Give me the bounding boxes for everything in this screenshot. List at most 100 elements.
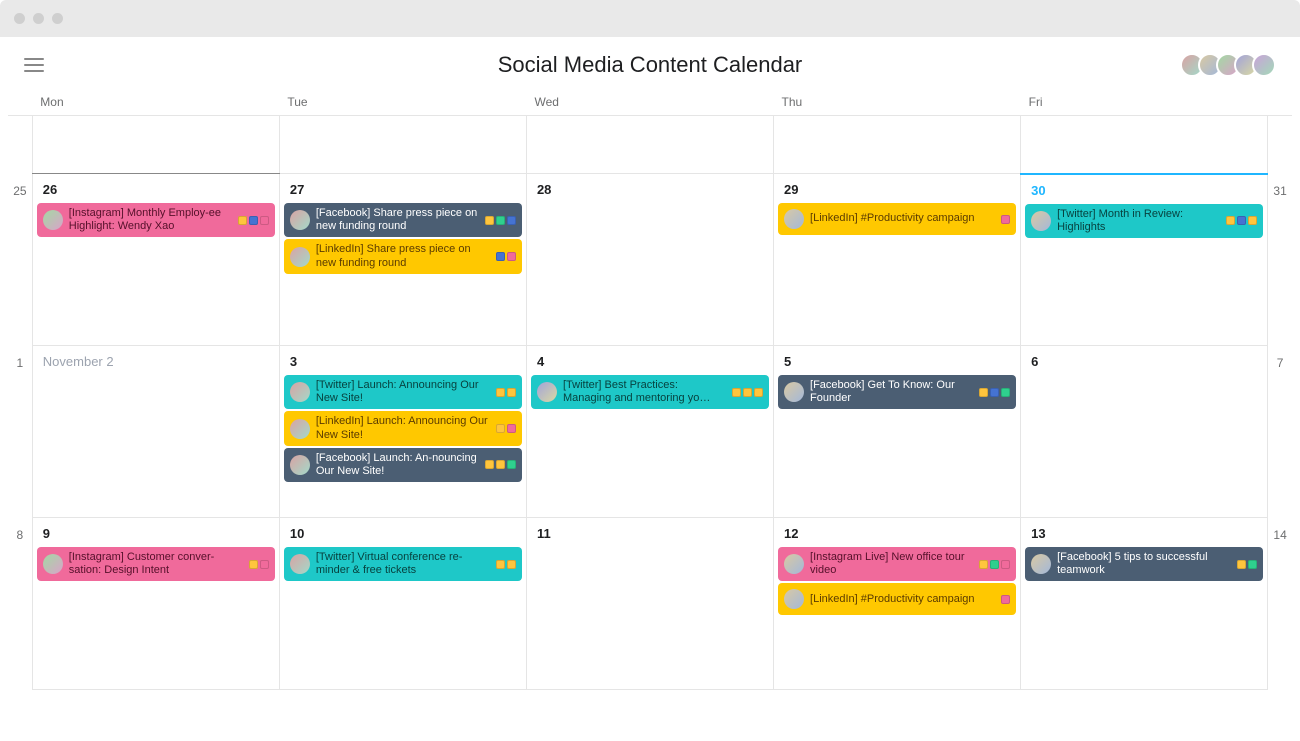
- event-title: [LinkedIn] Share press piece on new fund…: [316, 243, 490, 269]
- date-number: 10: [280, 518, 526, 545]
- gutter-date: 1: [8, 346, 32, 518]
- calendar-cell[interactable]: 27 [Facebook] Share press piece on new f…: [279, 174, 526, 346]
- calendar-cell[interactable]: 28: [526, 174, 773, 346]
- avatar: [1031, 554, 1051, 574]
- calendar-cell[interactable]: 13 [Facebook] 5 tips to successful teamw…: [1021, 518, 1268, 690]
- calendar-cell[interactable]: [774, 116, 1021, 174]
- calendar-cell[interactable]: [279, 116, 526, 174]
- header: Social Media Content Calendar: [0, 37, 1300, 89]
- calendar-cell[interactable]: [1021, 116, 1268, 174]
- event-tags: [496, 560, 516, 569]
- event-title: [Facebook] 5 tips to successful teamwork: [1057, 551, 1231, 577]
- calendar-week-row: 25 26 [Instagram] Monthly Employ-ee High…: [8, 174, 1292, 346]
- gutter-date: 14: [1268, 518, 1292, 690]
- event-tags: [979, 388, 1010, 397]
- event-tags: [496, 388, 516, 397]
- calendar-cell[interactable]: [32, 116, 279, 174]
- window-close-dot[interactable]: [14, 13, 25, 24]
- gutter-date: 25: [8, 174, 32, 346]
- date-number: 13: [1021, 518, 1267, 545]
- avatar: [537, 382, 557, 402]
- window-chrome: [0, 0, 1300, 37]
- avatar: [784, 554, 804, 574]
- avatar: [290, 210, 310, 230]
- event-card[interactable]: [Twitter] Month in Review: Highlights: [1025, 204, 1263, 238]
- event-card[interactable]: [Instagram] Customer conver-sation: Desi…: [37, 547, 275, 581]
- calendar-cell[interactable]: 6: [1021, 346, 1268, 518]
- avatar[interactable]: [1252, 53, 1276, 77]
- calendar: Mon Tue Wed Thu Fri 25 26 [Instagram] Mo…: [0, 89, 1300, 698]
- event-title: [LinkedIn] Launch: Announcing Our New Si…: [316, 415, 490, 441]
- calendar-cell[interactable]: 3 [Twitter] Launch: Announcing Our New S…: [279, 346, 526, 518]
- calendar-cell[interactable]: 10 [Twitter] Virtual conference re-minde…: [279, 518, 526, 690]
- gutter-date: 8: [8, 518, 32, 690]
- event-card[interactable]: [Facebook] Share press piece on new fund…: [284, 203, 522, 237]
- avatar: [784, 589, 804, 609]
- menu-button[interactable]: [24, 51, 52, 79]
- event-card[interactable]: [Facebook] Get To Know: Our Founder: [778, 375, 1016, 409]
- event-tags: [496, 424, 516, 433]
- event-tags: [485, 216, 516, 225]
- calendar-cell[interactable]: 5 [Facebook] Get To Know: Our Founder: [774, 346, 1021, 518]
- date-number: 30: [1021, 175, 1267, 202]
- date-number: 26: [33, 174, 279, 201]
- date-number: 6: [1021, 346, 1267, 373]
- event-title: [Instagram] Customer conver-sation: Desi…: [69, 551, 243, 577]
- event-card[interactable]: [Facebook] 5 tips to successful teamwork: [1025, 547, 1263, 581]
- date-number: 5: [774, 346, 1020, 373]
- event-card[interactable]: [Instagram Live] New office tour video: [778, 547, 1016, 581]
- event-card[interactable]: [LinkedIn] Launch: Announcing Our New Si…: [284, 411, 522, 445]
- weekday-header: Wed: [526, 89, 773, 116]
- event-card[interactable]: [LinkedIn] #Productivity campaign: [778, 583, 1016, 615]
- event-title: [Twitter] Month in Review: Highlights: [1057, 208, 1220, 234]
- calendar-cell[interactable]: 30 [Twitter] Month in Review: Highlights: [1021, 174, 1268, 346]
- event-card[interactable]: [LinkedIn] Share press piece on new fund…: [284, 239, 522, 273]
- event-tags: [1001, 595, 1010, 604]
- event-title: [LinkedIn] #Productivity campaign: [810, 593, 995, 606]
- weekday-header-row: Mon Tue Wed Thu Fri: [8, 89, 1292, 116]
- event-tags: [249, 560, 269, 569]
- event-card[interactable]: [Twitter] Virtual conference re-minder &…: [284, 547, 522, 581]
- calendar-cell[interactable]: 29 [LinkedIn] #Productivity campaign: [774, 174, 1021, 346]
- event-tags: [979, 560, 1010, 569]
- event-tags: [1001, 215, 1010, 224]
- event-card[interactable]: [Facebook] Launch: An-nouncing Our New S…: [284, 448, 522, 482]
- event-title: [Instagram Live] New office tour video: [810, 551, 973, 577]
- calendar-cell[interactable]: November 2: [32, 346, 279, 518]
- date-number: 3: [280, 346, 526, 373]
- event-card[interactable]: [Twitter] Launch: Announcing Our New Sit…: [284, 375, 522, 409]
- event-card[interactable]: [Instagram] Monthly Employ-ee Highlight:…: [37, 203, 275, 237]
- event-title: [Instagram] Monthly Employ-ee Highlight:…: [69, 207, 232, 233]
- calendar-cell[interactable]: 11: [526, 518, 773, 690]
- event-tags: [1237, 560, 1257, 569]
- avatar: [290, 419, 310, 439]
- calendar-cell[interactable]: 4 [Twitter] Best Practices: Managing and…: [526, 346, 773, 518]
- date-number: 9: [33, 518, 279, 545]
- avatar: [290, 247, 310, 267]
- event-title: [Facebook] Get To Know: Our Founder: [810, 379, 973, 405]
- calendar-week-row: 1 November 2 3 [Twitter] Launch: Announc…: [8, 346, 1292, 518]
- window-minimize-dot[interactable]: [33, 13, 44, 24]
- calendar-cell[interactable]: 12 [Instagram Live] New office tour vide…: [774, 518, 1021, 690]
- calendar-week-row: 8 9 [Instagram] Customer conver-sation: …: [8, 518, 1292, 690]
- avatar: [784, 209, 804, 229]
- event-card[interactable]: [LinkedIn] #Productivity campaign: [778, 203, 1016, 235]
- avatar: [43, 210, 63, 230]
- avatar: [290, 554, 310, 574]
- hamburger-icon: [24, 58, 44, 60]
- weekday-header: Mon: [32, 89, 279, 116]
- calendar-cell[interactable]: 26 [Instagram] Monthly Employ-ee Highlig…: [32, 174, 279, 346]
- event-card[interactable]: [Twitter] Best Practices: Managing and m…: [531, 375, 769, 409]
- weekday-header: Tue: [279, 89, 526, 116]
- date-number: 27: [280, 174, 526, 201]
- gutter-date: 31: [1268, 174, 1292, 346]
- event-title: [Twitter] Launch: Announcing Our New Sit…: [316, 379, 490, 405]
- calendar-cell[interactable]: 9 [Instagram] Customer conver-sation: De…: [32, 518, 279, 690]
- weekday-header: Thu: [774, 89, 1021, 116]
- event-tags: [485, 460, 516, 469]
- collaborator-avatars[interactable]: [1186, 53, 1276, 77]
- window-maximize-dot[interactable]: [52, 13, 63, 24]
- avatar: [43, 554, 63, 574]
- calendar-cell[interactable]: [526, 116, 773, 174]
- event-title: [Facebook] Launch: An-nouncing Our New S…: [316, 452, 479, 478]
